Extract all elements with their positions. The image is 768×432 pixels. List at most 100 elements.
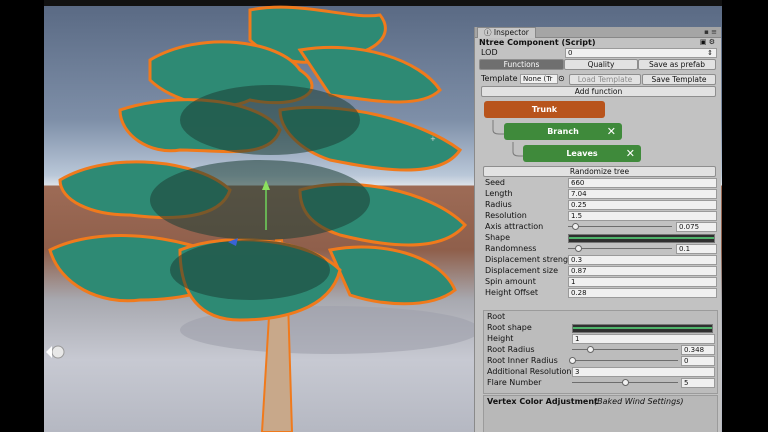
randomness-slider[interactable] xyxy=(568,245,672,252)
save-template-button[interactable]: Save Template xyxy=(642,74,716,85)
root-shape-row: Root shape xyxy=(484,322,717,333)
flare-number-knob[interactable] xyxy=(622,379,629,386)
remove-leaves-icon[interactable]: ✕ xyxy=(626,145,635,162)
root-height-label: Height xyxy=(487,334,514,343)
remove-branch-icon[interactable]: ✕ xyxy=(607,123,616,140)
param-axis-attraction: Axis attraction 0.075 xyxy=(475,221,721,232)
param-randomness: Randomness 0.1 xyxy=(475,243,721,254)
vertex-color-subtitle: (Baked Wind Settings) xyxy=(594,397,684,406)
component-settings-icon[interactable]: ▣ ⚙ xyxy=(700,38,715,47)
seed-label: Seed xyxy=(485,178,505,187)
root-group: Root Root shape Height 1 Root Radius 0.34… xyxy=(483,310,718,394)
root-inner-radius-row: Root Inner Radius 0 xyxy=(484,355,717,366)
tab-menu-icon[interactable]: ▪ ≡ xyxy=(704,28,717,36)
root-inner-radius-label: Root Inner Radius xyxy=(487,356,558,365)
vertex-color-group: Vertex Color Adjustment (Baked Wind Sett… xyxy=(483,395,718,432)
axis-attraction-knob[interactable] xyxy=(572,223,580,230)
root-radius-slider[interactable] xyxy=(572,346,678,353)
add-function-button[interactable]: Add function xyxy=(481,86,716,97)
flare-number-slider[interactable] xyxy=(572,379,678,386)
flare-number-field[interactable]: 5 xyxy=(681,378,715,388)
randomness-label: Randomness xyxy=(485,244,537,253)
vertex-color-title: Vertex Color Adjustment xyxy=(487,397,598,406)
height-offset-field[interactable]: 0.28 xyxy=(568,288,717,298)
functions-button[interactable]: Functions xyxy=(479,59,564,70)
axis-attraction-label: Axis attraction xyxy=(485,222,544,231)
root-inner-radius-knob[interactable] xyxy=(569,357,576,364)
inspector-panel: ⓘ Inspector ▪ ≡ Ntree Component (Script)… xyxy=(474,27,721,432)
axis-attraction-slider[interactable] xyxy=(568,223,672,230)
resolution-field[interactable]: 1.5 xyxy=(568,211,717,221)
quality-button[interactable]: Quality xyxy=(564,59,638,70)
add-function-row: Add function xyxy=(475,86,721,98)
object-picker-icon[interactable]: ⊙ xyxy=(558,71,565,86)
shape-curve[interactable] xyxy=(568,234,715,243)
param-length: Length 7.04 xyxy=(475,188,721,199)
root-shape-label: Root shape xyxy=(487,323,532,332)
root-title: Root xyxy=(487,312,506,321)
root-radius-knob[interactable] xyxy=(587,346,595,353)
randomize-tree-button[interactable]: Randomize tree xyxy=(483,166,716,177)
randomness-knob[interactable] xyxy=(575,245,583,252)
root-shape-curve[interactable] xyxy=(572,324,713,333)
lod-field[interactable]: 0 ⇕ xyxy=(565,48,717,58)
load-template-button[interactable]: Load Template xyxy=(569,74,641,85)
inspector-tab-bar: ⓘ Inspector ▪ ≡ xyxy=(475,27,721,38)
param-spin-amount: Spin amount 1 xyxy=(475,276,721,287)
displacement-strength-label: Displacement strength xyxy=(485,255,577,264)
root-radius-row: Root Radius 0.348 xyxy=(484,344,717,355)
root-radius-label: Root Radius xyxy=(487,345,535,354)
param-displacement-strength: Displacement strength 0.3 xyxy=(475,254,721,265)
root-inner-radius-field[interactable]: 0 xyxy=(681,356,715,366)
component-title: Ntree Component (Script) xyxy=(479,38,596,47)
template-row: Template None (Tr ⊙ Load Template Save T… xyxy=(475,71,721,86)
displacement-strength-field[interactable]: 0.3 xyxy=(568,255,717,265)
root-radius-field[interactable]: 0.348 xyxy=(681,345,715,355)
light-gizmo-ray xyxy=(46,346,52,358)
additional-resolution-field[interactable]: 3 xyxy=(572,367,715,377)
displacement-size-field[interactable]: 0.87 xyxy=(568,266,717,276)
lod-row: LOD 0 ⇕ xyxy=(475,47,721,58)
randomize-row: Randomize tree xyxy=(475,164,721,177)
node-trunk-label: Trunk xyxy=(531,105,558,114)
root-height-field[interactable]: 1 xyxy=(572,334,715,344)
function-graph: Trunk Branch ✕ Leaves ✕ xyxy=(475,98,721,164)
seed-field[interactable]: 660 xyxy=(568,178,717,188)
tab-inspector[interactable]: ⓘ Inspector xyxy=(477,27,536,38)
node-branch[interactable]: Branch ✕ xyxy=(504,123,622,140)
param-height-offset: Height Offset 0.28 xyxy=(475,287,721,298)
param-shape: Shape xyxy=(475,232,721,243)
function-toolbar: Functions Quality Save as prefab xyxy=(475,58,721,71)
root-title-row: Root xyxy=(484,311,717,322)
length-label: Length xyxy=(485,189,513,198)
param-displacement-size: Displacement size 0.87 xyxy=(475,265,721,276)
length-field[interactable]: 7.04 xyxy=(568,189,717,199)
spinner-icon[interactable]: ⇕ xyxy=(707,49,713,57)
radius-field[interactable]: 0.25 xyxy=(568,200,717,210)
flare-number-label: Flare Number xyxy=(487,378,542,387)
vertex-color-header[interactable]: Vertex Color Adjustment (Baked Wind Sett… xyxy=(484,396,717,408)
flare-number-row: Flare Number 5 xyxy=(484,377,717,388)
shape-label: Shape xyxy=(485,233,511,242)
node-leaves-label: Leaves xyxy=(566,149,598,158)
param-resolution: Resolution 1.5 xyxy=(475,210,721,221)
tab-inspector-label: Inspector xyxy=(493,28,529,37)
node-branch-label: Branch xyxy=(547,127,579,136)
displacement-size-label: Displacement size xyxy=(485,266,559,275)
root-inner-radius-slider[interactable] xyxy=(569,357,678,364)
height-offset-label: Height Offset xyxy=(485,288,539,297)
small-cross-icon: + xyxy=(430,135,436,143)
node-trunk[interactable]: Trunk xyxy=(484,101,605,118)
save-as-prefab-button[interactable]: Save as prefab xyxy=(638,59,716,70)
param-seed: Seed 660 xyxy=(475,177,721,188)
template-field[interactable]: None (Tr xyxy=(520,74,558,84)
axis-attraction-field[interactable]: 0.075 xyxy=(676,222,717,232)
lod-value: 0 xyxy=(568,49,573,57)
inspector-tab-icon: ⓘ xyxy=(484,28,494,37)
node-leaves[interactable]: Leaves ✕ xyxy=(523,145,641,162)
component-header[interactable]: Ntree Component (Script) ▣ ⚙ xyxy=(475,38,721,47)
spin-amount-field[interactable]: 1 xyxy=(568,277,717,287)
spin-amount-label: Spin amount xyxy=(485,277,536,286)
root-height-row: Height 1 xyxy=(484,333,717,344)
randomness-field[interactable]: 0.1 xyxy=(676,244,717,254)
